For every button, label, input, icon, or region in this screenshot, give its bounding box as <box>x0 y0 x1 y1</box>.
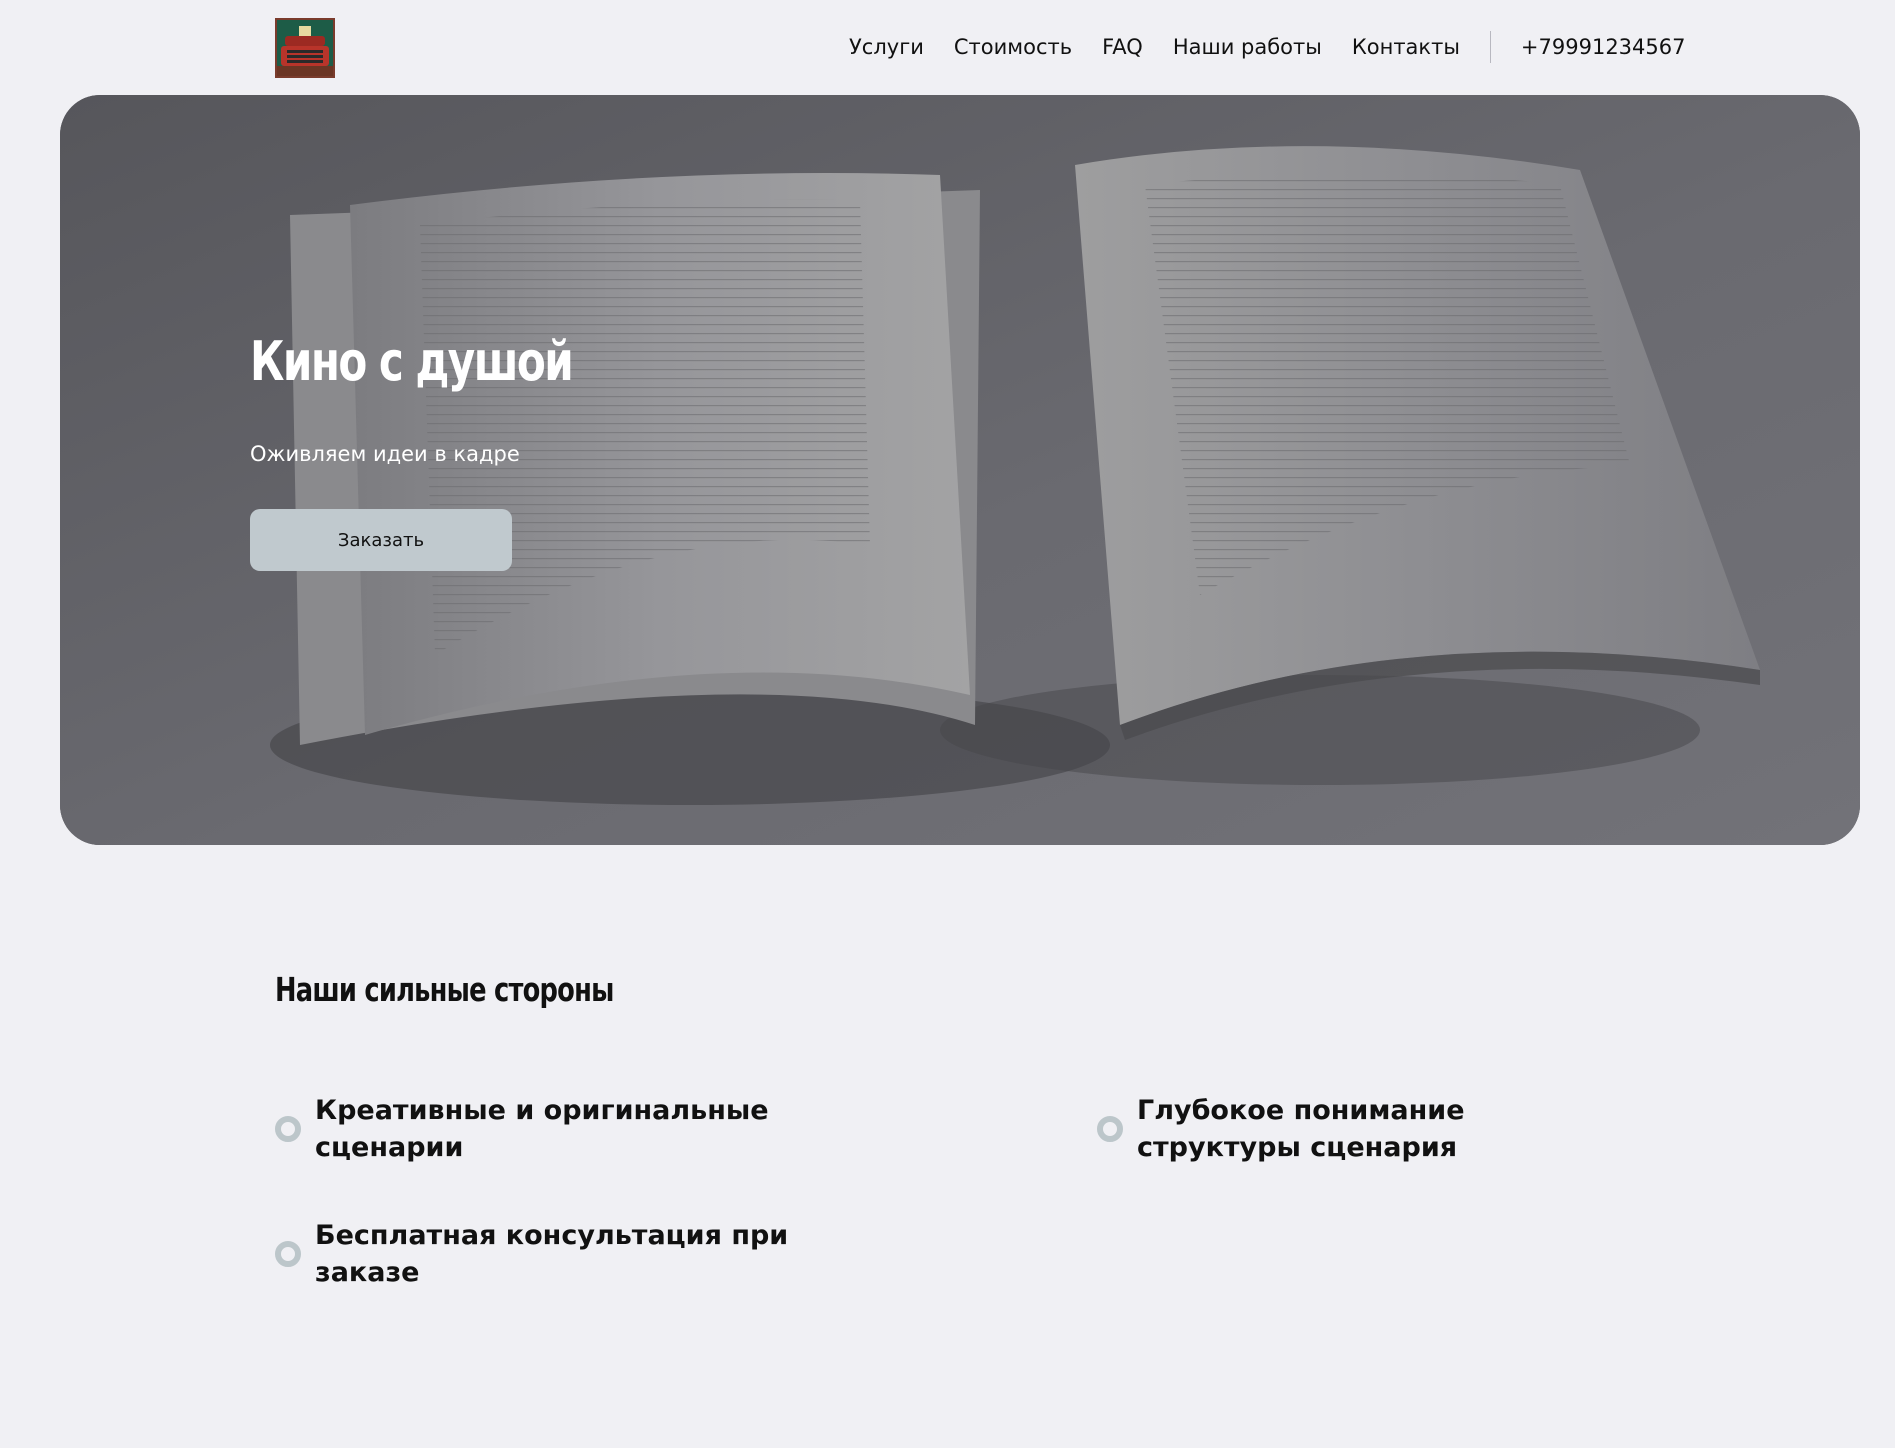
strength-text: Глубокое понимание структуры сценария <box>1137 1095 1465 1163</box>
main-nav: Услуги Стоимость FAQ Наши работы Контакт… <box>849 30 1686 64</box>
ring-bullet-icon <box>275 1116 301 1142</box>
typewriter-logo-icon[interactable] <box>275 18 335 78</box>
hero-title: Кино с душой <box>250 330 574 393</box>
ring-bullet-icon <box>275 1241 301 1267</box>
nav-item-contacts[interactable]: Контакты <box>1352 35 1460 59</box>
ring-bullet-icon <box>1097 1116 1123 1142</box>
nav-item-pricing[interactable]: Стоимость <box>954 35 1072 59</box>
phone-link[interactable]: +79991234567 <box>1521 35 1686 59</box>
order-button[interactable]: Заказать <box>250 509 512 571</box>
nav-item-faq[interactable]: FAQ <box>1102 35 1143 59</box>
nav-divider <box>1489 31 1491 63</box>
strengths-title: Наши сильные стороны <box>275 970 614 1009</box>
hero-banner: Кино с душой Оживляем идеи в кадре Заказ… <box>60 95 1860 845</box>
page: Услуги Стоимость FAQ Наши работы Контакт… <box>0 0 1895 1448</box>
strength-item: Креативные и оригинальные сценарии <box>275 1092 795 1166</box>
open-book-photo <box>60 95 1860 845</box>
strength-item: Бесплатная консультация при заказе <box>275 1217 795 1291</box>
nav-item-services[interactable]: Услуги <box>849 35 924 59</box>
site-header: Услуги Стоимость FAQ Наши работы Контакт… <box>0 0 1895 95</box>
nav-item-portfolio[interactable]: Наши работы <box>1173 35 1322 59</box>
strength-item: Глубокое понимание структуры сценария <box>1097 1092 1617 1166</box>
strength-text: Креативные и оригинальные сценарии <box>315 1095 769 1163</box>
hero-subtitle: Оживляем идеи в кадре <box>250 442 520 466</box>
strength-text: Бесплатная консультация при заказе <box>315 1220 789 1288</box>
